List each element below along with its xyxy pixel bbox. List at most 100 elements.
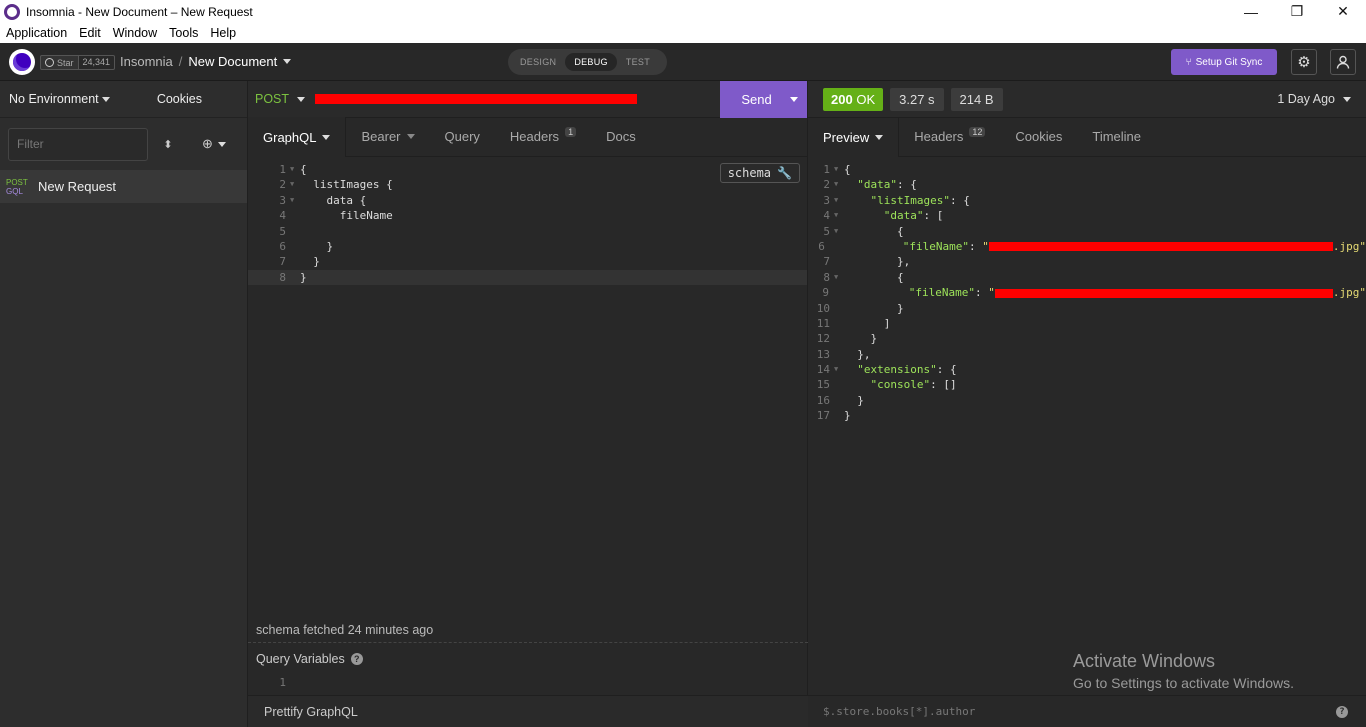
filter-placeholder: $.store.books[*].author <box>823 705 976 718</box>
fold-icon[interactable]: ▼ <box>834 177 844 192</box>
line-number: 9 <box>822 286 829 300</box>
schema-button[interactable]: schema 🔧 <box>719 163 800 183</box>
menu-help[interactable]: Help <box>204 26 242 40</box>
plus-circle-icon: ⊕ <box>202 136 213 151</box>
code-line: } <box>844 409 851 423</box>
fold-icon[interactable]: ▼ <box>290 193 300 208</box>
tab-cookies[interactable]: Cookies <box>1000 117 1077 156</box>
response-preview-viewer[interactable]: 1 ▼{ 2 ▼ "data": { 3 ▼ "listImages": { 4 ▼ "… <box>808 157 1366 687</box>
response-filter-input[interactable]: $.store.books[*].author ? <box>808 695 1366 727</box>
tab-docs[interactable]: Docs <box>591 117 651 156</box>
restore-icon[interactable]: ❐ <box>1274 0 1320 23</box>
chevron-down-icon[interactable] <box>790 97 798 102</box>
code-line: "fileName": " .jpg" <box>908 286 1366 300</box>
help-icon[interactable]: ? <box>350 653 363 665</box>
tab-label: GraphQL <box>263 129 317 145</box>
menu-edit[interactable]: Edit <box>73 26 107 40</box>
wrench-icon: 🔧 <box>777 166 792 180</box>
mode-switcher: DESIGN DEBUG TEST <box>508 49 667 75</box>
fold-icon[interactable]: ▼ <box>834 193 844 208</box>
sort-icon[interactable]: ⬍ <box>158 138 178 151</box>
method-dropdown[interactable]: POST <box>248 92 306 106</box>
line-number: 1 <box>279 163 286 176</box>
account-button[interactable] <box>1330 49 1356 75</box>
sidebar-filter-input[interactable]: Filter <box>8 127 148 161</box>
request-method: POST <box>6 177 28 187</box>
line-number: 2 <box>823 178 830 192</box>
tab-label: Docs <box>606 129 636 144</box>
request-name: New Request <box>38 179 117 194</box>
query-variables-editor[interactable]: 1 <box>248 675 808 690</box>
status-badge: 200 OK <box>823 87 884 111</box>
gear-icon: ⚙ <box>1297 54 1311 71</box>
response-pane: 200 OK 3.27 s 214 B 1 Day Ago Preview He… <box>808 81 1366 727</box>
close-icon[interactable]: ✕ <box>1320 0 1366 23</box>
code-line: } <box>844 301 904 315</box>
tab-timeline[interactable]: Timeline <box>1077 117 1156 156</box>
mode-debug[interactable]: DEBUG <box>565 53 617 71</box>
github-icon <box>45 58 54 67</box>
mode-design[interactable]: DESIGN <box>511 53 565 71</box>
chevron-down-icon <box>102 97 111 103</box>
watermark-line2: Go to Settings to activate Windows. <box>1073 675 1294 691</box>
tab-bearer[interactable]: Bearer <box>346 117 429 156</box>
line-number: 8 <box>823 270 830 284</box>
fold-icon[interactable]: ▼ <box>290 162 300 177</box>
user-icon <box>1336 55 1350 69</box>
tab-query[interactable]: Query <box>430 117 495 156</box>
menu-application[interactable]: Application <box>0 26 73 40</box>
tab-label: Preview <box>823 129 870 145</box>
code-line: "extensions": { <box>857 363 957 377</box>
add-request-button[interactable]: ⊕ <box>202 136 226 152</box>
code-line: }, <box>844 255 911 269</box>
fold-icon[interactable]: ▼ <box>834 362 844 377</box>
response-status-bar: 200 OK 3.27 s 214 B 1 Day Ago <box>808 81 1366 118</box>
breadcrumb-separator: / <box>178 54 183 69</box>
line-number: 5 <box>279 224 286 238</box>
line-number: 6 <box>818 239 825 253</box>
fold-icon[interactable]: ▼ <box>290 177 300 192</box>
graphql-query-editor[interactable]: 1 ▼{ 2 ▼ listImages { 3 ▼ data { 4 fileName… <box>248 157 807 612</box>
tab-label: Headers <box>914 129 964 144</box>
code-line: }, <box>844 347 871 361</box>
fold-icon[interactable]: ▼ <box>834 224 844 239</box>
fold-icon[interactable]: ▼ <box>834 270 844 285</box>
breadcrumb-document[interactable]: New Document <box>188 54 277 69</box>
tab-graphql[interactable]: GraphQL <box>248 117 347 157</box>
sidebar-request-item[interactable]: POST GQL New Request <box>0 170 247 203</box>
redacted-value <box>988 242 1333 252</box>
prettify-graphql-button[interactable]: Prettify GraphQL <box>248 695 808 727</box>
code-line: "listImages": { <box>870 193 970 207</box>
code-line: } <box>844 393 864 407</box>
settings-button[interactable]: ⚙ <box>1291 49 1317 75</box>
query-variables-header[interactable]: Query Variables ? <box>248 642 808 675</box>
mode-test[interactable]: TEST <box>617 53 659 71</box>
insomnia-logo-icon[interactable] <box>9 49 35 75</box>
tab-preview[interactable]: Preview <box>808 117 900 157</box>
minimize-icon[interactable]: — <box>1228 0 1274 23</box>
window-title: Insomnia - New Document – New Request <box>26 4 253 19</box>
github-star-widget[interactable]: Star 24,341 <box>40 55 116 70</box>
breadcrumb-project[interactable]: Insomnia <box>120 54 173 69</box>
line-number: 11 <box>816 316 830 330</box>
cookies-button[interactable]: Cookies <box>157 92 202 106</box>
menu-tools[interactable]: Tools <box>163 26 204 40</box>
chevron-down-icon[interactable] <box>283 59 292 64</box>
line-number: 17 <box>816 409 830 423</box>
status-text: OK <box>856 91 876 107</box>
menu-window[interactable]: Window <box>107 26 163 40</box>
response-history-dropdown[interactable]: 1 Day Ago <box>1277 92 1351 106</box>
environment-selector[interactable]: No Environment <box>9 92 111 106</box>
fold-icon[interactable]: ▼ <box>834 208 844 223</box>
line-number: 8 <box>279 270 286 284</box>
setup-git-sync-button[interactable]: ⑂ Setup Git Sync <box>1171 49 1277 75</box>
watermark-line1: Activate Windows <box>1073 651 1216 671</box>
fold-icon[interactable]: ▼ <box>834 162 844 177</box>
help-icon[interactable]: ? <box>1336 706 1348 718</box>
method-label: POST <box>255 92 290 106</box>
code-line: data { <box>300 193 367 207</box>
send-button[interactable]: Send <box>720 81 807 118</box>
tab-response-headers[interactable]: Headers 12 <box>899 117 1000 156</box>
url-input-redacted[interactable] <box>315 94 638 104</box>
tab-headers[interactable]: Headers 1 <box>495 117 591 156</box>
